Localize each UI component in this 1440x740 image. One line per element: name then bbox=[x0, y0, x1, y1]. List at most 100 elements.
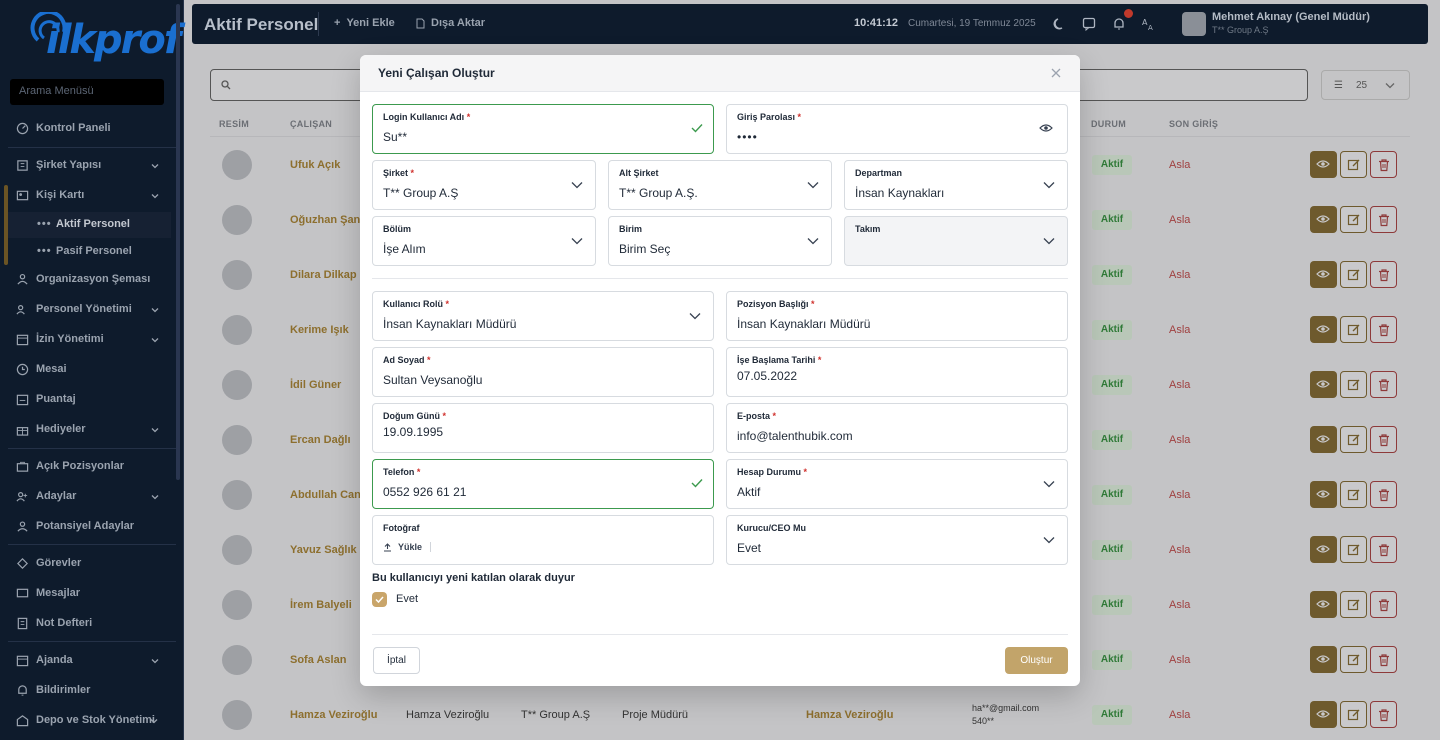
column-header-photo[interactable]: RESİM bbox=[219, 119, 249, 129]
view-button[interactable] bbox=[1310, 371, 1337, 398]
table-cell-employee[interactable]: Dilara Dilkap bbox=[290, 269, 357, 281]
view-button[interactable] bbox=[1310, 206, 1337, 233]
eye-icon[interactable] bbox=[1039, 123, 1053, 133]
view-button[interactable] bbox=[1310, 261, 1337, 288]
sidebar-item-org-chart[interactable]: Organizasyon Şeması bbox=[0, 267, 180, 293]
edit-button[interactable] bbox=[1340, 591, 1367, 618]
sidebar-item-gifts[interactable]: Hediyeler bbox=[0, 417, 180, 443]
sidebar-item-staff-management[interactable]: Personel Yönetimi bbox=[0, 297, 180, 323]
table-cell-employee[interactable]: Ercan Dağlı bbox=[290, 434, 351, 446]
sidebar-item-active-staff[interactable]: ••• Aktif Personel bbox=[8, 212, 171, 238]
announce-checkbox[interactable] bbox=[372, 592, 387, 607]
sidebar-item-dashboard[interactable]: Kontrol Paneli bbox=[0, 116, 180, 142]
account-status-select[interactable]: Hesap Durumu * Aktif bbox=[726, 459, 1068, 509]
moon-icon[interactable] bbox=[1052, 17, 1066, 31]
page-size-select[interactable]: ☰ 25 bbox=[1321, 70, 1410, 100]
table-cell-employee[interactable]: Sofa Aslan bbox=[290, 654, 346, 666]
delete-button[interactable] bbox=[1370, 316, 1397, 343]
sidebar-item-leave-management[interactable]: İzin Yönetimi bbox=[0, 327, 180, 353]
table-cell-employee[interactable]: Kerime Işık bbox=[290, 324, 349, 336]
bell-icon[interactable] bbox=[1112, 17, 1126, 31]
email-field[interactable]: E-posta * info@talenthubik.com bbox=[726, 403, 1068, 453]
sidebar-item-messages[interactable]: Mesajlar bbox=[0, 581, 180, 607]
team-select[interactable]: Takım bbox=[844, 216, 1068, 266]
position-title-field[interactable]: Pozisyon Başlığı * İnsan Kaynakları Müdü… bbox=[726, 291, 1068, 341]
delete-button[interactable] bbox=[1370, 371, 1397, 398]
sidebar-item-warehouse[interactable]: Depo ve Stok Yönetimi bbox=[0, 708, 180, 734]
menu-search-input[interactable]: Arama Menüsü bbox=[10, 79, 164, 105]
close-icon[interactable] bbox=[1050, 67, 1062, 79]
column-header-employee[interactable]: ÇALIŞAN bbox=[290, 119, 332, 129]
section-select[interactable]: Bölüm İşe Alım bbox=[372, 216, 596, 266]
phone-field[interactable]: Telefon * 0552 926 61 21 bbox=[372, 459, 714, 509]
column-header-status[interactable]: DURUM bbox=[1091, 119, 1126, 129]
delete-button[interactable] bbox=[1370, 646, 1397, 673]
password-field[interactable]: Giriş Parolası * •••• bbox=[726, 104, 1068, 154]
sidebar-item-timesheet[interactable]: Puantaj bbox=[0, 387, 180, 413]
add-new-button[interactable]: + Yeni Ekle bbox=[334, 17, 395, 29]
sidebar-item-passive-staff[interactable]: ••• Pasif Personel bbox=[0, 239, 180, 265]
sub-company-select[interactable]: Alt Şirket T** Group A.Ş. bbox=[608, 160, 832, 210]
delete-button[interactable] bbox=[1370, 591, 1397, 618]
table-cell-employee[interactable]: Oğuzhan Şan bbox=[290, 214, 360, 226]
company-select[interactable]: Şirket * T** Group A.Ş bbox=[372, 160, 596, 210]
edit-button[interactable] bbox=[1340, 261, 1367, 288]
cancel-button[interactable]: İptal bbox=[373, 647, 420, 674]
edit-button[interactable] bbox=[1340, 536, 1367, 563]
table-cell-employee[interactable]: Ufuk Açık bbox=[290, 159, 340, 171]
full-name-field[interactable]: Ad Soyad * Sultan Veysanoğlu bbox=[372, 347, 714, 397]
sidebar-item-open-positions[interactable]: Açık Pozisyonlar bbox=[0, 454, 180, 480]
delete-button[interactable] bbox=[1370, 701, 1397, 728]
sidebar-item-agenda[interactable]: Ajanda bbox=[0, 648, 180, 674]
table-cell-employee[interactable]: Yavuz Sağlık bbox=[290, 544, 357, 556]
view-button[interactable] bbox=[1310, 426, 1337, 453]
announce-checkbox-label[interactable]: Evet bbox=[396, 593, 418, 605]
view-button[interactable] bbox=[1310, 701, 1337, 728]
company-logo[interactable]: ilkprof bbox=[30, 12, 181, 66]
delete-button[interactable] bbox=[1370, 151, 1397, 178]
edit-button[interactable] bbox=[1340, 206, 1367, 233]
edit-button[interactable] bbox=[1340, 151, 1367, 178]
sidebar-item-notebook[interactable]: Not Defteri bbox=[0, 611, 180, 637]
unit-select[interactable]: Birim Birim Seç bbox=[608, 216, 832, 266]
sidebar-item-tasks[interactable]: Görevler bbox=[0, 551, 180, 577]
translate-icon[interactable]: AA bbox=[1142, 17, 1156, 31]
table-cell-manager[interactable]: Hamza Veziroğlu bbox=[806, 709, 893, 721]
edit-button[interactable] bbox=[1340, 481, 1367, 508]
view-button[interactable] bbox=[1310, 151, 1337, 178]
view-button[interactable] bbox=[1310, 591, 1337, 618]
view-button[interactable] bbox=[1310, 316, 1337, 343]
user-avatar[interactable] bbox=[1182, 12, 1206, 36]
view-button[interactable] bbox=[1310, 481, 1337, 508]
user-role-select[interactable]: Kullanıcı Rolü * İnsan Kaynakları Müdürü bbox=[372, 291, 714, 341]
delete-button[interactable] bbox=[1370, 261, 1397, 288]
export-button[interactable]: Dışa Aktar bbox=[416, 17, 485, 29]
sidebar-item-person-card[interactable]: Kişi Kartı bbox=[0, 183, 180, 209]
view-button[interactable] bbox=[1310, 646, 1337, 673]
delete-button[interactable] bbox=[1370, 426, 1397, 453]
edit-button[interactable] bbox=[1340, 371, 1367, 398]
login-username-field[interactable]: Login Kullanıcı Adı * Su** bbox=[372, 104, 714, 154]
sidebar-scrollbar[interactable] bbox=[176, 4, 180, 480]
birth-date-field[interactable]: Doğum Günü * 19.09.1995 bbox=[372, 403, 714, 453]
delete-button[interactable] bbox=[1370, 536, 1397, 563]
founder-ceo-select[interactable]: Kurucu/CEO Mu Evet bbox=[726, 515, 1068, 565]
department-select[interactable]: Departman İnsan Kaynakları bbox=[844, 160, 1068, 210]
edit-button[interactable] bbox=[1340, 316, 1367, 343]
edit-button[interactable] bbox=[1340, 426, 1367, 453]
table-cell-employee[interactable]: İrem Balyeli bbox=[290, 599, 352, 611]
delete-button[interactable] bbox=[1370, 206, 1397, 233]
view-button[interactable] bbox=[1310, 536, 1337, 563]
column-header-last-login[interactable]: SON GİRİŞ bbox=[1169, 119, 1218, 129]
sidebar-item-notifications[interactable]: Bildirimler bbox=[0, 678, 180, 704]
sidebar-item-candidates[interactable]: Adaylar bbox=[0, 484, 180, 510]
delete-button[interactable] bbox=[1370, 481, 1397, 508]
sidebar-item-potential-candidates[interactable]: Potansiyel Adaylar bbox=[0, 514, 180, 540]
table-cell-employee[interactable]: İdil Güner bbox=[290, 379, 341, 391]
table-cell-employee[interactable]: Hamza Veziroğlu bbox=[290, 709, 377, 721]
edit-button[interactable] bbox=[1340, 646, 1367, 673]
table-cell-employee[interactable]: Abdullah Can bbox=[290, 489, 361, 501]
sidebar-item-company-structure[interactable]: Şirket Yapısı bbox=[0, 153, 180, 179]
chat-icon[interactable] bbox=[1082, 17, 1096, 31]
create-button[interactable]: Oluştur bbox=[1005, 647, 1068, 674]
